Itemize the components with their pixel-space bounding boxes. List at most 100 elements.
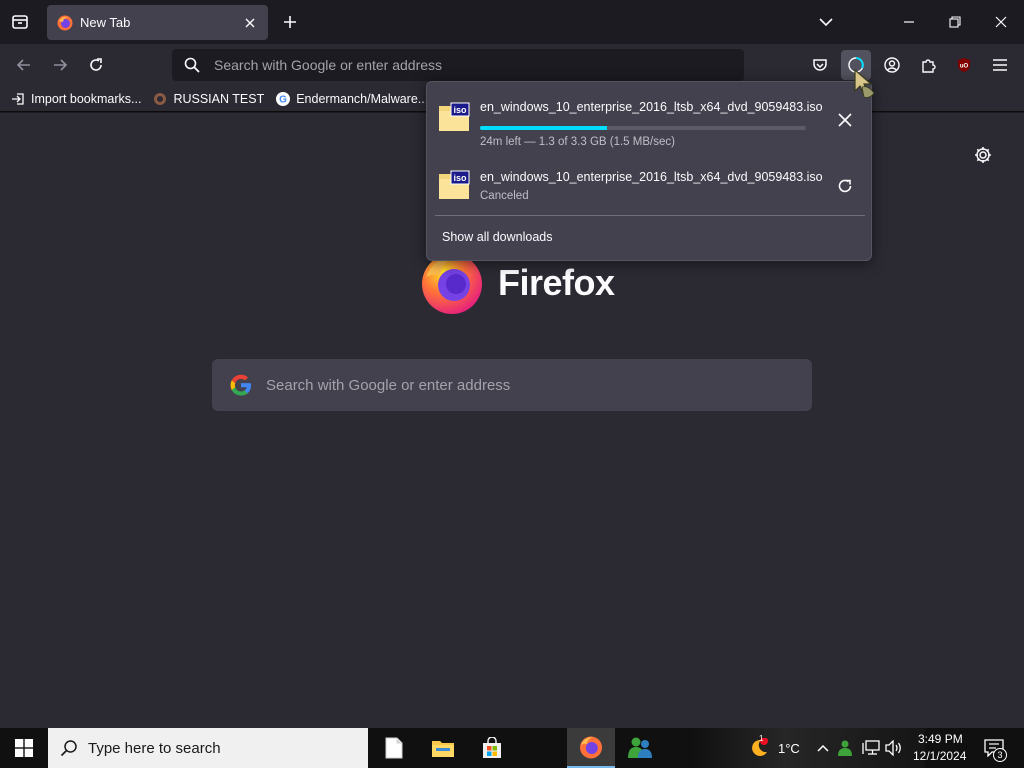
speaker-icon [885,740,901,756]
download-progress-bar [480,126,806,130]
weather-alert-badge: 1 [759,734,764,743]
retry-icon [838,179,852,193]
volume-button[interactable] [884,738,904,758]
reload-button[interactable] [81,50,111,80]
download-item[interactable]: iso en_windows_10_enterprise_2016_ltsb_x… [427,160,871,216]
chevron-down-icon [819,18,833,27]
close-window-button[interactable] [978,0,1024,44]
download-filename: en_windows_10_enterprise_2016_ltsb_x64_d… [480,100,823,114]
taskbar-app-messenger[interactable] [616,728,664,768]
restore-button[interactable] [932,0,978,44]
minimize-button[interactable] [886,0,932,44]
download-progress-fill [480,126,608,130]
minimize-icon [904,21,914,23]
download-filename: en_windows_10_enterprise_2016_ltsb_x64_d… [480,170,823,184]
taskbar-app-notepad[interactable] [370,728,418,768]
download-status: 24m left — 1.3 of 3.3 GB (1.5 MB/sec) [480,136,675,148]
reload-icon [90,58,102,71]
notification-count-badge: 3 [993,748,1007,762]
bookmark-import[interactable]: Import bookmarks... [10,91,141,107]
bookmark-label: RUSSIAN TEST [173,91,265,106]
iso-file-icon: iso [439,170,470,199]
firefox-view-button[interactable] [6,8,34,36]
ublock-origin-icon: uO [958,58,970,72]
cancel-download-button[interactable] [833,108,857,132]
network-icon [862,740,880,755]
iso-file-icon: iso [439,102,470,131]
account-button[interactable] [877,50,907,80]
firefox-favicon-icon [57,15,73,30]
taskbar-search-box[interactable]: Type here to search [48,728,368,768]
arrow-left-icon [16,59,30,71]
document-icon [385,737,403,759]
downloads-panel: iso en_windows_10_enterprise_2016_ltsb_x… [426,81,872,261]
forward-button[interactable] [45,50,75,80]
google-icon [230,374,251,396]
bookmark-russian-test[interactable]: RUSSIAN TEST [152,91,264,107]
messenger-people-icon [628,737,652,758]
back-button[interactable] [9,50,39,80]
extensions-button[interactable] [913,50,943,80]
moon-weather-icon [752,738,768,756]
taskbar-search-placeholder: Type here to search [88,739,221,757]
close-icon [838,113,852,127]
url-bar[interactable] [172,49,744,81]
bookmark-label: Endermanch/Malware... [296,91,429,106]
notification-count: 3 [997,750,1003,760]
clock-time[interactable]: 3:49 PM [918,732,963,746]
taskbar-app-firefox[interactable] [567,728,615,768]
site-favicon-icon [152,91,168,107]
bookmark-endermanch-malware[interactable]: G Endermanch/Malware... [275,91,428,107]
google-icon: G [275,91,291,107]
clock-date[interactable]: 12/1/2024 [913,749,966,763]
newtab-search-box[interactable] [212,359,812,411]
iso-icon-label: iso [453,173,467,183]
puzzle-icon [922,59,936,73]
folder-icon [432,741,454,757]
gear-icon [975,147,991,163]
panel-separator [435,215,865,216]
account-icon [884,57,900,73]
hamburger-menu-icon [993,59,1007,71]
search-icon [60,740,77,757]
tab-title: New Tab [80,15,131,30]
ublock-button[interactable]: uO [949,50,979,80]
show-all-downloads-button[interactable]: Show all downloads [442,230,553,244]
newtab-search-input[interactable] [266,376,786,394]
start-button[interactable] [0,728,48,768]
personalize-button[interactable] [971,143,995,167]
windows-taskbar: Type here to search 1 1°C 3:49 PM 12/1/2… [0,728,1024,768]
show-hidden-icons-button[interactable] [813,738,833,758]
download-status: Canceled [480,190,529,202]
taskbar-app-store[interactable] [468,728,516,768]
svg-text:G: G [279,94,287,105]
restore-icon [949,16,961,28]
windows-logo-icon [15,739,33,757]
list-all-tabs-button[interactable] [814,12,838,32]
chevron-up-icon [817,744,829,752]
mouse-cursor-icon [854,69,875,98]
import-icon [10,91,26,107]
retry-download-button[interactable] [833,174,857,198]
svg-text:uO: uO [960,64,969,70]
tab-new-tab[interactable]: New Tab [47,5,268,40]
taskbar-app-file-explorer[interactable] [419,728,467,768]
weather-temperature: 1°C [778,741,800,756]
firefox-view-icon [12,15,28,29]
weather-widget[interactable]: 1 [746,734,770,758]
close-icon [995,16,1007,28]
bookmark-label: Import bookmarks... [31,91,142,106]
new-tab-button[interactable] [278,10,302,34]
firefox-wordmark: Firefox [498,262,615,303]
pocket-icon [813,59,827,71]
tray-user-icon[interactable] [836,738,856,758]
url-input[interactable] [214,57,714,73]
network-button[interactable] [861,738,881,758]
pocket-button[interactable] [805,50,835,80]
plus-icon [284,16,296,28]
tab-close-icon[interactable] [242,15,258,31]
search-icon [184,57,200,73]
download-item[interactable]: iso en_windows_10_enterprise_2016_ltsb_x… [427,90,871,148]
arrow-right-icon [54,59,68,71]
app-menu-button[interactable] [985,50,1015,80]
